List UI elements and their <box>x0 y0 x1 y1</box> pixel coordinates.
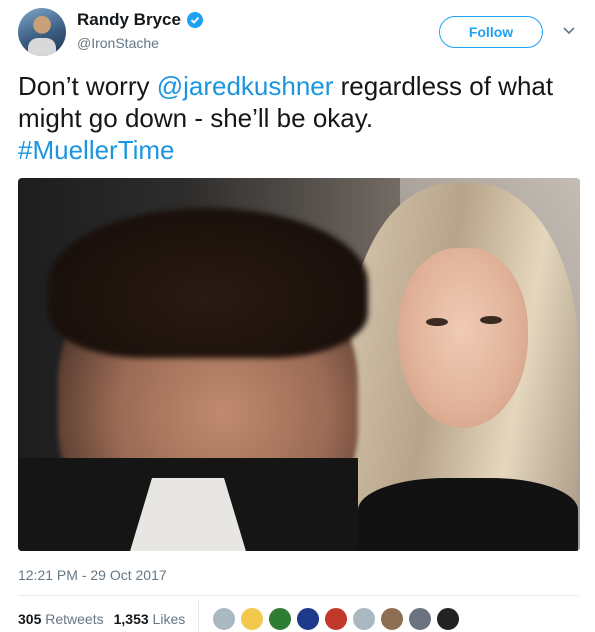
likes-count: 1,353 <box>113 611 149 627</box>
retweets-stat[interactable]: 305 Retweets <box>18 611 104 627</box>
photo-woman-face <box>398 248 528 428</box>
tweet-text: Don’t worry @jaredkushner regardless of … <box>18 70 578 166</box>
chevron-down-icon[interactable] <box>562 26 576 36</box>
liker-avatar[interactable] <box>240 607 264 631</box>
hashtag-link[interactable]: #MuellerTime <box>18 135 175 165</box>
author-name-row[interactable]: Randy Bryce <box>77 10 203 30</box>
tweet-stats: 305 Retweets 1,353 Likes <box>18 611 185 627</box>
stats-separator <box>198 600 199 632</box>
liker-avatar[interactable] <box>408 607 432 631</box>
liker-avatar[interactable] <box>212 607 236 631</box>
liker-avatar[interactable] <box>380 607 404 631</box>
likes-label: Likes <box>152 611 186 627</box>
photo-man-hair <box>48 208 368 358</box>
author-handle[interactable]: @IronStache <box>77 35 159 51</box>
liker-avatar[interactable] <box>296 607 320 631</box>
tweet-text-part: Don’t worry <box>18 71 157 101</box>
author-avatar[interactable] <box>18 8 66 56</box>
photo-eye <box>426 318 448 326</box>
divider <box>18 595 578 596</box>
tweet-timestamp[interactable]: 12:21 PM - 29 Oct 2017 <box>18 567 167 583</box>
liker-avatar[interactable] <box>436 607 460 631</box>
likes-stat[interactable]: 1,353 Likes <box>114 611 186 627</box>
likers-avatars <box>212 607 460 631</box>
avatar-shirt <box>28 38 56 56</box>
mention-link[interactable]: @jaredkushner <box>157 71 334 101</box>
liker-avatar[interactable] <box>352 607 376 631</box>
retweets-count: 305 <box>18 611 42 627</box>
retweets-label: Retweets <box>45 611 104 627</box>
liker-avatar[interactable] <box>324 607 348 631</box>
photo-eye <box>480 316 502 324</box>
liker-avatar[interactable] <box>268 607 292 631</box>
tweet-photo[interactable] <box>18 178 580 551</box>
author-display-name[interactable]: Randy Bryce <box>77 10 181 30</box>
verified-badge-icon <box>186 12 203 28</box>
photo-woman-top <box>358 478 578 551</box>
follow-button[interactable]: Follow <box>439 16 543 48</box>
